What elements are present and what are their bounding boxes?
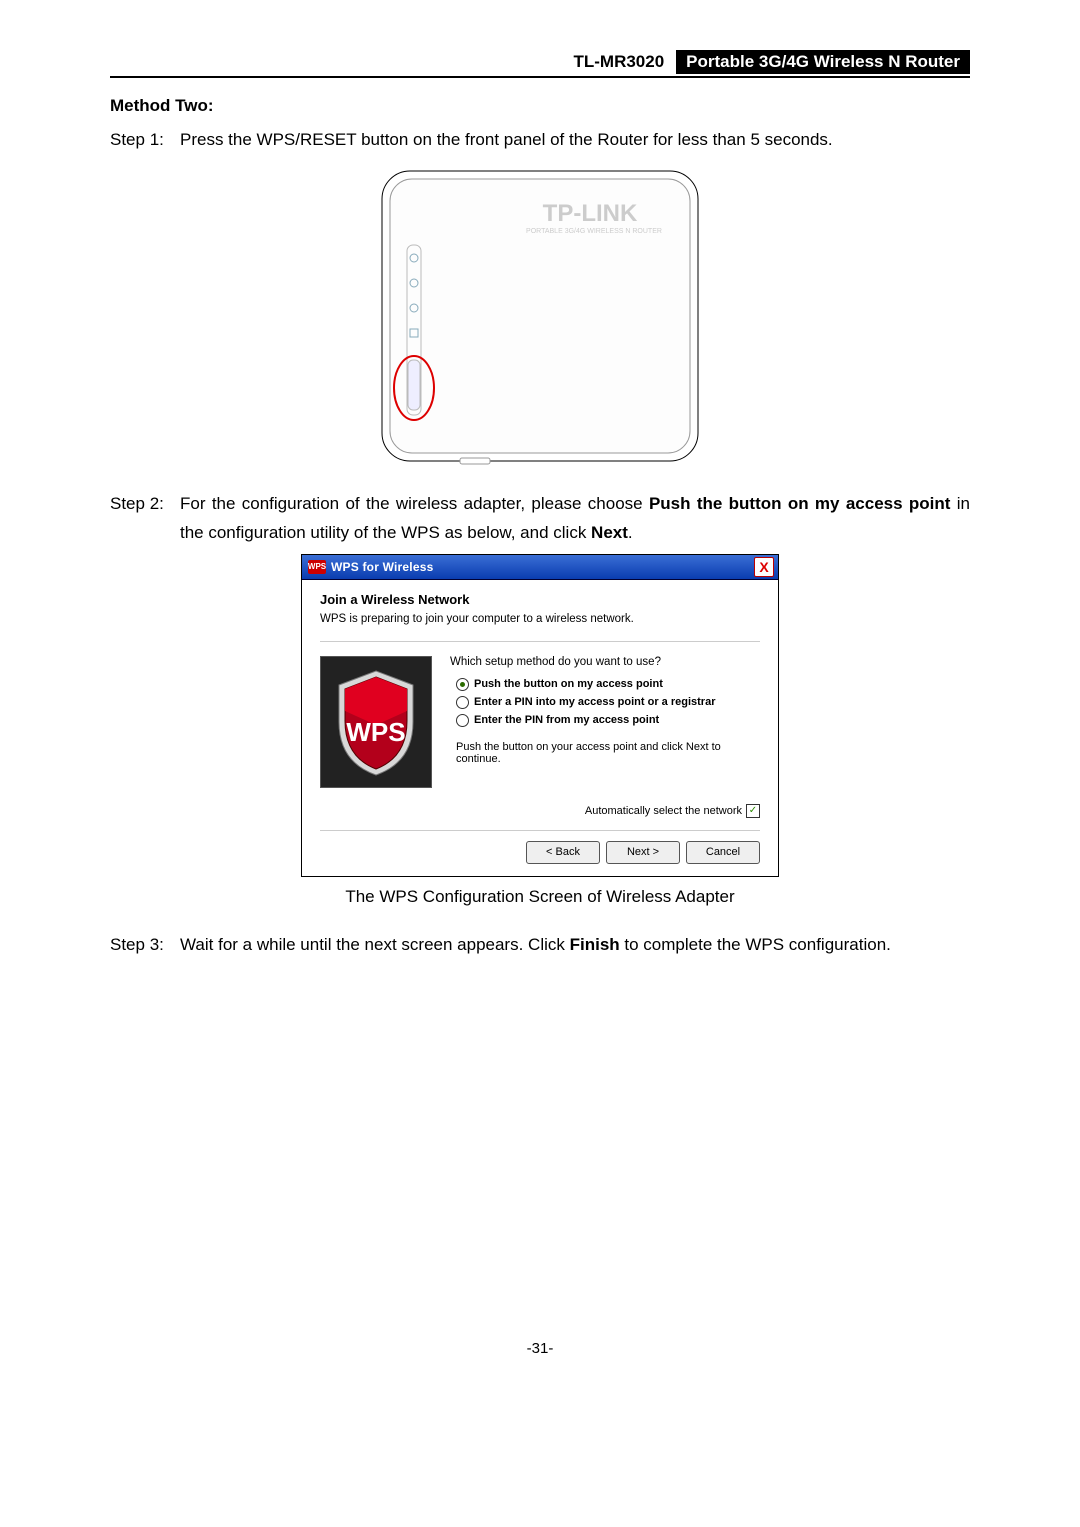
dialog-title: WPS for Wireless	[331, 560, 754, 574]
step-2-text: For the configuration of the wireless ad…	[180, 490, 970, 548]
option-2-label: Enter a PIN into my access point or a re…	[474, 696, 715, 708]
step-1-text: Press the WPS/RESET button on the front …	[180, 126, 970, 155]
step-2-label: Step 2:	[110, 490, 180, 548]
checkbox-checked-icon[interactable]: ✓	[746, 804, 760, 818]
option-1-label: Push the button on my access point	[474, 678, 663, 690]
wps-shield-icon: WPS	[320, 656, 432, 788]
step-3-text: Wait for a while until the next screen a…	[180, 931, 970, 960]
model-number: TL-MR3020	[569, 50, 676, 74]
back-button[interactable]: < Back	[526, 841, 600, 864]
option-enter-pin-ap[interactable]: Enter the PIN from my access point	[450, 714, 760, 727]
product-name: Portable 3G/4G Wireless N Router	[676, 50, 970, 74]
method-title: Method Two:	[110, 96, 970, 116]
radio-selected-icon	[456, 678, 469, 691]
wps-badge-icon: WPS	[308, 560, 326, 574]
wps-dialog: WPS WPS for Wireless X Join a Wireless N…	[301, 554, 779, 877]
cancel-button[interactable]: Cancel	[686, 841, 760, 864]
auto-select-row[interactable]: Automatically select the network ✓	[320, 804, 760, 818]
option-push-button[interactable]: Push the button on my access point	[450, 678, 760, 691]
page-number: -31-	[110, 1340, 970, 1357]
radio-unselected-icon	[456, 696, 469, 709]
step-1-label: Step 1:	[110, 126, 180, 155]
figure-caption: The WPS Configuration Screen of Wireless…	[110, 887, 970, 907]
svg-text:PORTABLE 3G/4G WIRELESS N ROUT: PORTABLE 3G/4G WIRELESS N ROUTER	[526, 228, 662, 235]
method-options: Which setup method do you want to use? P…	[450, 656, 760, 788]
radio-unselected-icon	[456, 714, 469, 727]
dialog-button-row: < Back Next > Cancel	[320, 830, 760, 864]
svg-text:WPS: WPS	[346, 717, 405, 747]
step-2: Step 2: For the configuration of the wir…	[110, 490, 970, 548]
option-enter-pin-registrar[interactable]: Enter a PIN into my access point or a re…	[450, 696, 760, 709]
method-prompt: Which setup method do you want to use?	[450, 656, 760, 668]
step-1: Step 1: Press the WPS/RESET button on th…	[110, 126, 970, 155]
step-3-label: Step 3:	[110, 931, 180, 960]
dialog-subtext: WPS is preparing to join your computer t…	[320, 613, 760, 625]
document-header: TL-MR3020 Portable 3G/4G Wireless N Rout…	[110, 50, 970, 78]
divider	[320, 641, 760, 642]
close-button[interactable]: X	[754, 557, 774, 577]
router-figure: TP-LINK PORTABLE 3G/4G WIRELESS N ROUTER	[110, 163, 970, 478]
next-button[interactable]: Next >	[606, 841, 680, 864]
option-hint: Push the button on your access point and…	[450, 741, 760, 765]
method-selection-row: WPS Which setup method do you want to us…	[320, 656, 760, 788]
auto-select-label: Automatically select the network	[585, 805, 742, 817]
option-3-label: Enter the PIN from my access point	[474, 714, 659, 726]
router-brand-text: TP-LINK	[543, 200, 638, 227]
dialog-titlebar: WPS WPS for Wireless X	[302, 555, 778, 580]
router-illustration: TP-LINK PORTABLE 3G/4G WIRELESS N ROUTER	[370, 163, 710, 473]
dialog-heading: Join a Wireless Network	[320, 592, 760, 607]
step-3: Step 3: Wait for a while until the next …	[110, 931, 970, 960]
